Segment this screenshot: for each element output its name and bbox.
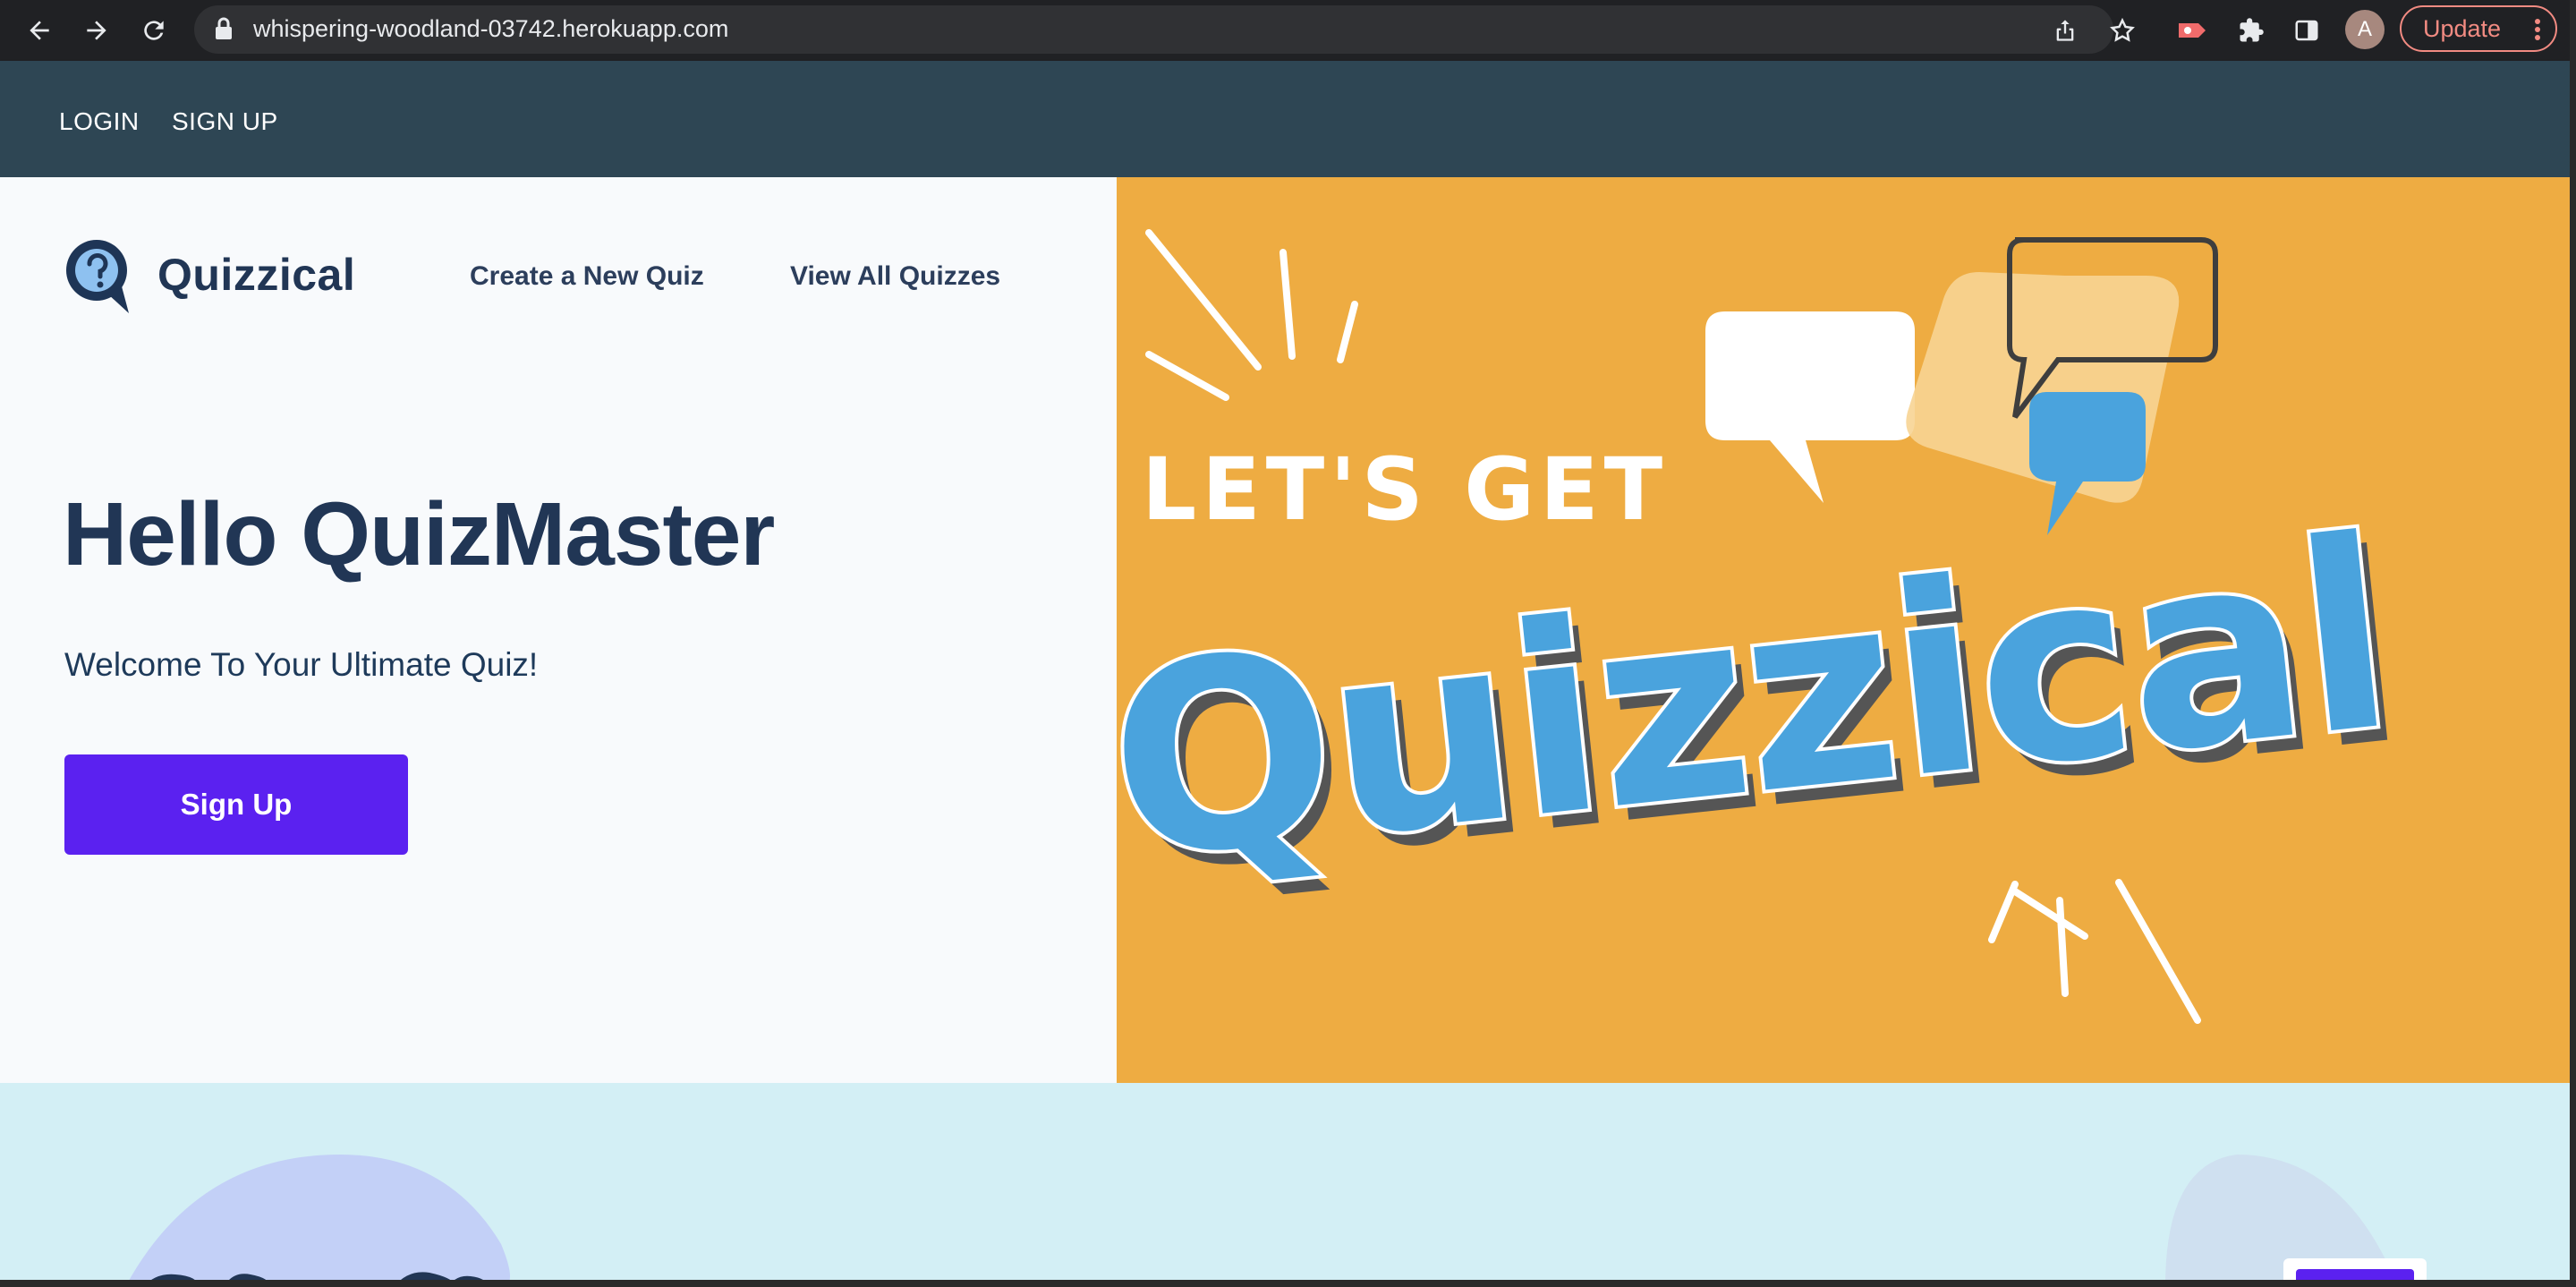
extensions-puzzle-icon[interactable]	[2233, 13, 2269, 48]
banner-line1: LET'S GET	[1142, 439, 1668, 540]
update-button[interactable]: Update	[2400, 5, 2557, 52]
window-edge-bottom	[0, 1280, 2576, 1287]
quizzical-logo-icon[interactable]	[63, 234, 134, 320]
bookmark-star-icon[interactable]	[2104, 13, 2140, 48]
blob-decoration	[125, 1155, 2427, 1287]
hero-subtitle: Welcome To Your Ultimate Quiz!	[64, 646, 539, 683]
browser-toolbar: whispering-woodland-03742.herokuapp.com …	[0, 0, 2576, 61]
extension-record-icon[interactable]	[2174, 13, 2210, 48]
back-icon[interactable]	[21, 13, 57, 48]
more-menu-icon[interactable]	[2534, 18, 2541, 47]
hero-banner-image: LET'S GET Quizzical Quizzical	[1117, 177, 2570, 1083]
hero-section	[0, 177, 1117, 1083]
latest-quizzes-section	[0, 1083, 2570, 1287]
lock-icon	[214, 17, 234, 45]
page-title: Hello QuizMaster	[63, 484, 775, 584]
login-link[interactable]: LOGIN	[59, 107, 140, 136]
url-text[interactable]: whispering-woodland-03742.herokuapp.com	[253, 15, 728, 43]
profile-avatar[interactable]: A	[2345, 10, 2385, 49]
forward-icon[interactable]	[79, 13, 115, 48]
signup-button[interactable]: Sign Up	[64, 754, 408, 855]
signup-link[interactable]: SIGN UP	[172, 107, 278, 136]
nav-view-quizzes[interactable]: View All Quizzes	[790, 261, 1000, 292]
site-topbar: LOGIN SIGN UP	[0, 61, 2570, 177]
update-label: Update	[2423, 14, 2502, 42]
side-panel-icon[interactable]	[2289, 13, 2325, 48]
share-icon[interactable]	[2047, 13, 2083, 48]
nav-create-quiz[interactable]: Create a New Quiz	[470, 261, 704, 292]
reload-icon[interactable]	[136, 13, 172, 48]
speech-bubbles-icon	[1705, 237, 2218, 535]
window-edge	[2570, 0, 2576, 1287]
brand-name[interactable]: Quizzical	[157, 249, 355, 301]
